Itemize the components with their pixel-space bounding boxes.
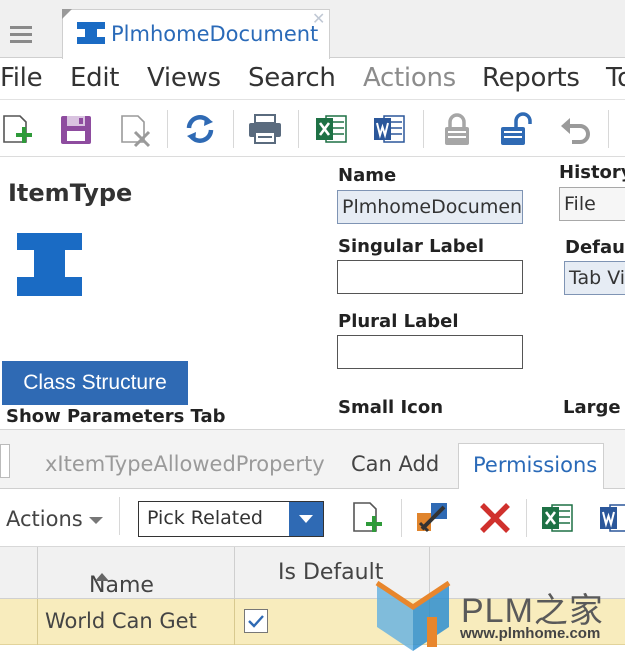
itemtype-form: ItemType Class Structure Show Parameters… [0, 157, 625, 429]
menu-search[interactable]: Search [248, 63, 336, 93]
tab-permissions-label: Permissions [473, 453, 598, 477]
word-icon[interactable] [372, 110, 410, 148]
pick-item-icon[interactable] [414, 499, 452, 537]
close-tab-icon[interactable]: ✕ [312, 9, 325, 28]
undo-icon[interactable] [558, 110, 596, 148]
singular-label-field[interactable] [337, 260, 523, 294]
relationship-tabs: xItemTypeAllowedProperty Can Add Permiss… [0, 429, 625, 491]
itemtype-icon [77, 22, 105, 48]
watermark: PLM之家 www.plmhome.com [373, 577, 625, 658]
class-structure-button[interactable]: Class Structure [2, 361, 188, 405]
default-field[interactable]: Tab Vi [564, 261, 625, 295]
menu-edit[interactable]: Edit [70, 63, 119, 93]
watermark-url: www.plmhome.com [460, 625, 601, 642]
menu-bar: File Edit Views Search Actions Reports T… [0, 59, 625, 99]
remove-relationship-icon[interactable] [476, 499, 514, 537]
toolbar-separator [233, 110, 234, 148]
export-word-icon[interactable] [598, 499, 625, 537]
itemtype-large-icon [17, 233, 82, 300]
main-toolbar [0, 99, 625, 157]
toolbar-separator [298, 110, 299, 148]
menu-reports[interactable]: Reports [482, 63, 580, 93]
document-tab-bar: PlmhomeDocument ✕ [0, 0, 625, 59]
default-label: Defaul [565, 237, 625, 258]
row-selector[interactable] [0, 599, 38, 645]
large-icon-label: Large I [563, 397, 625, 418]
column-header-is-default-label: Is Default [278, 560, 384, 585]
menu-tools[interactable]: To [606, 63, 625, 93]
save-icon[interactable] [58, 110, 96, 148]
toolbar-separator [423, 110, 424, 148]
dropdown-arrow-icon[interactable] [289, 502, 323, 536]
history-field[interactable]: File [559, 187, 625, 221]
relationship-toolbar: Actions Pick Related [0, 489, 625, 547]
toolbar-separator [526, 499, 527, 537]
name-field[interactable]: PlmhomeDocument [337, 190, 523, 224]
toolbar-separator [608, 110, 609, 148]
menu-file[interactable]: File [0, 63, 43, 93]
form-title: ItemType [8, 179, 133, 207]
document-tab-title: PlmhomeDocument [111, 22, 319, 46]
delete-icon[interactable] [118, 110, 156, 148]
show-parameters-tab-label: Show Parameters Tab [6, 406, 226, 427]
document-tab[interactable]: PlmhomeDocument ✕ [62, 9, 330, 59]
new-icon[interactable] [0, 110, 38, 148]
unlock-icon[interactable] [496, 110, 534, 148]
plmhome-logo-icon [375, 580, 451, 651]
menu-views[interactable]: Views [147, 63, 221, 93]
small-icon-label: Small Icon [338, 397, 444, 418]
is-default-checkbox[interactable] [244, 609, 268, 633]
plural-label-field[interactable] [337, 335, 523, 369]
row-name-cell[interactable]: World Can Get [38, 599, 235, 645]
tab-corner-fold [62, 9, 72, 19]
chevron-down-icon [88, 516, 103, 524]
excel-icon[interactable] [314, 110, 352, 148]
print-icon[interactable] [246, 110, 284, 148]
relationship-actions-menu[interactable]: Actions [6, 507, 103, 531]
row-name-value: World Can Get [45, 609, 197, 633]
actions-menu-label: Actions [6, 507, 83, 531]
singular-label-label: Singular Label [338, 236, 484, 257]
toolbar-separator [401, 499, 402, 537]
name-label: Name [338, 165, 397, 186]
column-header-name[interactable]: Name [38, 547, 235, 599]
sort-ascending-icon [95, 573, 109, 581]
toolbar-separator [167, 110, 168, 148]
tab-permissions[interactable]: Permissions [458, 443, 604, 491]
toolbar-separator [119, 497, 120, 535]
grid-header-selector [0, 547, 38, 599]
refresh-icon[interactable] [181, 110, 219, 148]
new-relationship-icon[interactable] [350, 499, 388, 537]
hamburger-menu-icon[interactable] [10, 26, 32, 47]
pick-related-select[interactable]: Pick Related [138, 501, 324, 537]
lock-icon[interactable] [438, 110, 476, 148]
menu-actions[interactable]: Actions [363, 63, 456, 93]
export-excel-icon[interactable] [540, 499, 578, 537]
history-label: History [559, 162, 625, 183]
plural-label-label: Plural Label [338, 311, 459, 332]
tab-scroll-left-icon[interactable] [0, 444, 10, 478]
tab-xitemtypeallowedproperty[interactable]: xItemTypeAllowedProperty [45, 452, 325, 476]
pick-related-value: Pick Related [147, 507, 263, 529]
tab-can-add[interactable]: Can Add [351, 452, 439, 476]
